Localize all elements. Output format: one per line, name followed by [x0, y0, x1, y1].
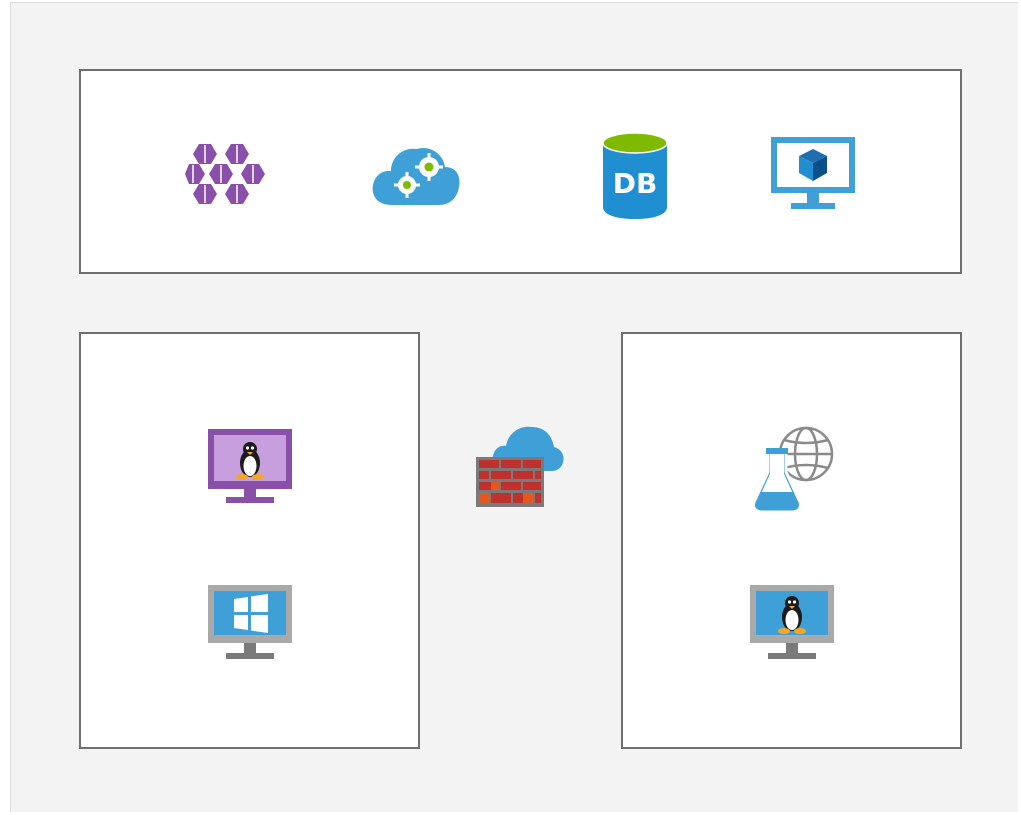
virtual-machine-icon [771, 137, 855, 209]
left-vm-panel [79, 332, 420, 749]
db-label: DB [613, 167, 658, 200]
diagram-canvas: DB [10, 2, 1018, 812]
windows-vm-icon [208, 585, 292, 659]
container-registry-icon [185, 144, 265, 204]
top-services-panel: DB [79, 69, 962, 274]
linux-vm-blue-icon [750, 585, 834, 659]
cloud-firewall-icon [476, 426, 564, 507]
cloud-service-icon [372, 147, 460, 205]
linux-vm-purple-icon [208, 429, 292, 503]
right-vm-panel [621, 332, 962, 749]
sql-database-icon: DB [602, 132, 668, 219]
web-test-lab-icon [752, 426, 834, 512]
